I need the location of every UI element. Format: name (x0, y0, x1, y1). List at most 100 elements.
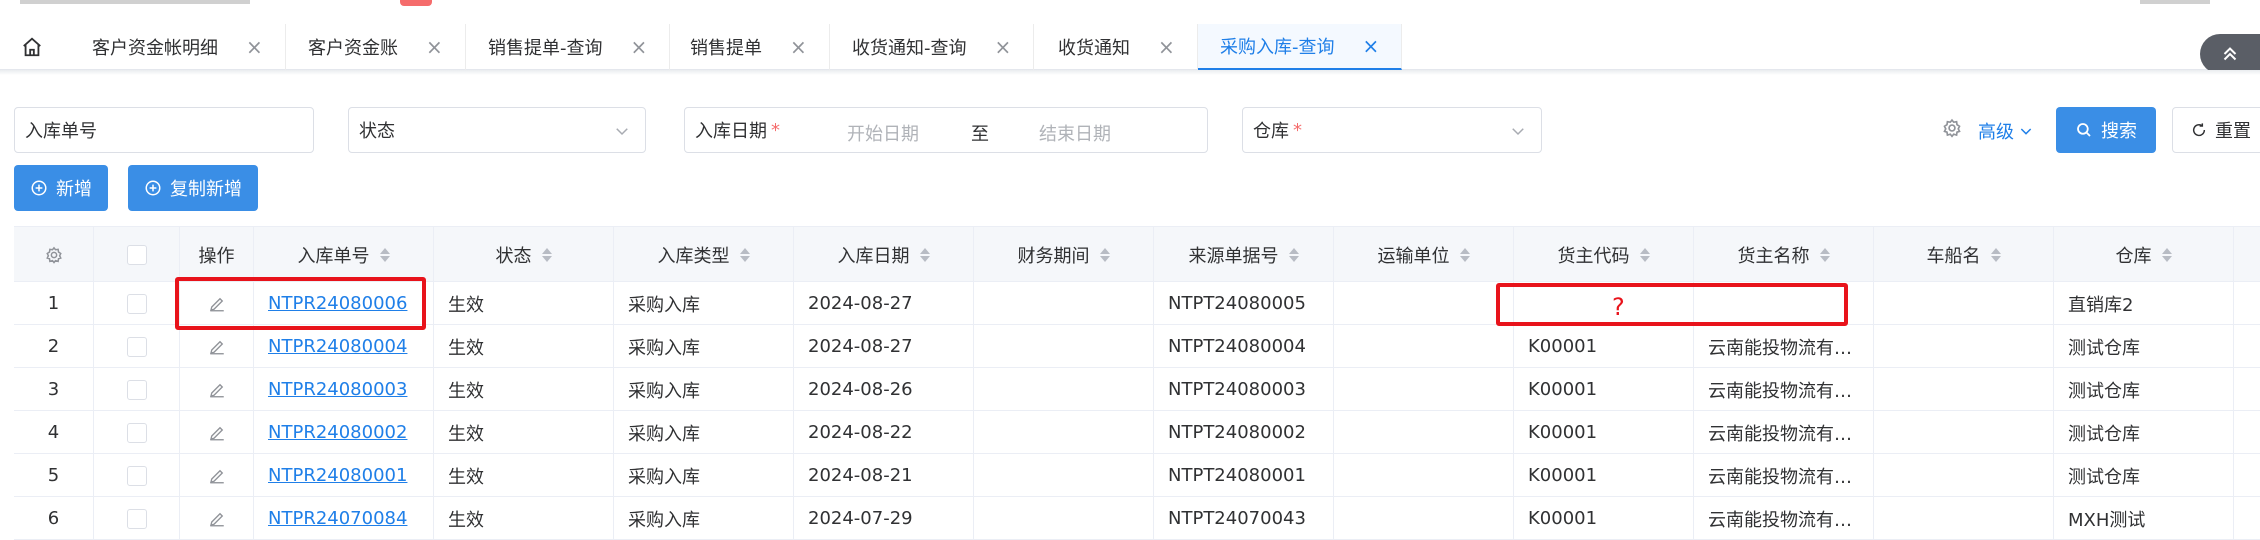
top-strip-fragment (2140, 0, 2210, 4)
search-icon (2077, 123, 2091, 137)
cell-owner-code: K00001 (1514, 368, 1694, 411)
edit-icon[interactable] (208, 424, 226, 442)
sort-icon[interactable] (541, 248, 552, 262)
table-row[interactable]: 6 NTPR24070084 生效 采购入库 2024-07-29 NTPT2407004… (14, 497, 2260, 540)
cell-owner-code: K00001 (1514, 497, 1694, 540)
cell-carrier (1334, 454, 1514, 497)
header-owner-code[interactable]: 货主代码 (1514, 227, 1694, 283)
row-checkbox[interactable] (126, 293, 147, 314)
sort-icon[interactable] (1288, 248, 1299, 262)
cell-owner-name: 云南能投物流有… (1694, 368, 1874, 411)
close-icon[interactable]: × (426, 35, 443, 59)
edit-icon[interactable] (208, 338, 226, 356)
cell-source-no: NTPT24080004 (1154, 325, 1334, 368)
cell-status: 生效 (434, 497, 614, 540)
row-checkbox[interactable] (126, 465, 147, 486)
advanced-toggle[interactable]: 高级 (1978, 118, 2034, 144)
inbound-date-range[interactable]: 入库日期 * 开始日期 至 结束日期 (684, 107, 1208, 153)
table-row[interactable]: 5 NTPR24080001 生效 采购入库 2024-08-21 NTPT2408000… (14, 454, 2260, 497)
tab-receipt-notice-query[interactable]: 收货通知-查询 × (830, 24, 1035, 70)
header-period[interactable]: 财务期间 (974, 227, 1154, 283)
gear-icon[interactable] (1942, 118, 1962, 138)
cell-owner-name: 云南能投物流有… (1694, 325, 1874, 368)
sort-icon[interactable] (1819, 248, 1830, 262)
header-date[interactable]: 入库日期 (794, 227, 974, 283)
tab-sales-bill-query[interactable]: 销售提单-查询 × (466, 24, 671, 70)
start-date-input[interactable]: 开始日期 (847, 120, 919, 146)
top-strip-fragment (20, 0, 250, 4)
order-no-link[interactable]: NTPR24080002 (268, 422, 407, 443)
row-checkbox[interactable] (126, 379, 147, 400)
sort-icon[interactable] (1459, 248, 1470, 262)
order-no-link[interactable]: NTPR24080003 (268, 379, 407, 400)
sort-icon[interactable] (919, 248, 930, 262)
table-row[interactable]: 3 NTPR24080003 生效 采购入库 2024-08-26 NTPT2408000… (14, 368, 2260, 411)
sort-icon[interactable] (1099, 248, 1110, 262)
close-icon[interactable]: × (1363, 34, 1380, 58)
sort-icon[interactable] (2161, 248, 2172, 262)
order-no-link[interactable]: NTPR24080001 (268, 465, 407, 486)
cell-source-no: NTPT24070043 (1154, 497, 1334, 540)
header-warehouse[interactable]: 仓库 (2054, 227, 2234, 283)
header-carrier[interactable]: 运输单位 (1334, 227, 1514, 283)
add-button[interactable]: 新增 (14, 165, 108, 211)
header-owner-name[interactable]: 货主名称 (1694, 227, 1874, 283)
sort-icon[interactable] (739, 248, 750, 262)
close-icon[interactable]: × (1158, 35, 1175, 59)
table-row[interactable]: 2 NTPR24080004 生效 采购入库 2024-08-27 NTPT2408000… (14, 325, 2260, 368)
cell-date: 2024-08-27 (794, 325, 974, 368)
collapse-button[interactable] (2200, 34, 2260, 74)
row-checkbox[interactable] (126, 422, 147, 443)
close-icon[interactable]: × (631, 35, 648, 59)
order-no-input[interactable]: 入库单号 (14, 107, 314, 153)
header-source-no-label: 来源单据号 (1188, 246, 1279, 267)
header-source-no[interactable]: 来源单据号 (1154, 227, 1334, 283)
cell-owner-name: 云南能投物流有… (1694, 411, 1874, 454)
sort-icon[interactable] (1990, 248, 2001, 262)
status-select[interactable]: 状态 (348, 107, 646, 153)
tab-receipt-notice[interactable]: 收货通知 × (1036, 24, 1198, 70)
end-date-input[interactable]: 结束日期 (1039, 120, 1111, 146)
header-order-no[interactable]: 入库单号 (254, 227, 434, 283)
copy-add-button[interactable]: 复制新增 (128, 165, 258, 211)
row-checkbox[interactable] (126, 508, 147, 529)
edit-icon[interactable] (208, 467, 226, 485)
annotation-box-order-no (175, 277, 426, 330)
order-no-link[interactable]: NTPR24080004 (268, 336, 407, 357)
row-op-cell (180, 325, 254, 368)
row-checkbox[interactable] (126, 336, 147, 357)
sort-icon[interactable] (1639, 248, 1650, 262)
table-row[interactable]: 4 NTPR24080002 生效 采购入库 2024-08-22 NTPT2408000… (14, 411, 2260, 454)
warehouse-select[interactable]: 仓库 * (1242, 107, 1542, 153)
cell-idx: 1 (14, 282, 94, 325)
cell-source-no: NTPT24080001 (1154, 454, 1334, 497)
annotation-box-owner (1496, 283, 1848, 326)
edit-icon[interactable] (208, 381, 226, 399)
edit-icon[interactable] (208, 510, 226, 528)
cell-warehouse: 测试仓库 (2054, 325, 2234, 368)
close-icon[interactable]: × (246, 35, 263, 59)
close-icon[interactable]: × (790, 35, 807, 59)
cell-idx: 4 (14, 411, 94, 454)
select-all-checkbox[interactable] (126, 245, 147, 265)
cell-period (974, 497, 1154, 540)
tab-customer-fund-detail[interactable]: 客户资金帐明细 × (70, 24, 286, 70)
header-ship[interactable]: 车船名 (1874, 227, 2054, 283)
tab-label: 销售提单 (690, 38, 762, 59)
tab-customer-fund[interactable]: 客户资金账 × (286, 24, 466, 70)
header-status[interactable]: 状态 (434, 227, 614, 283)
sort-icon[interactable] (379, 248, 390, 262)
cell-carrier (1334, 411, 1514, 454)
close-icon[interactable]: × (995, 35, 1012, 59)
row-select-cell (94, 454, 180, 497)
reset-button[interactable]: 重置 (2172, 107, 2260, 153)
column-settings[interactable] (14, 227, 94, 283)
header-type[interactable]: 入库类型 (614, 227, 794, 283)
cell-status: 生效 (434, 454, 614, 497)
home-tab[interactable] (10, 24, 54, 70)
cell-warehouse: MXH测试 (2054, 497, 2234, 540)
search-button[interactable]: 搜索 (2056, 107, 2156, 153)
tab-sales-bill[interactable]: 销售提单 × (668, 24, 830, 70)
order-no-link[interactable]: NTPR24070084 (268, 508, 407, 529)
tab-purchase-inbound-query[interactable]: 采购入库-查询 × (1198, 24, 1403, 70)
